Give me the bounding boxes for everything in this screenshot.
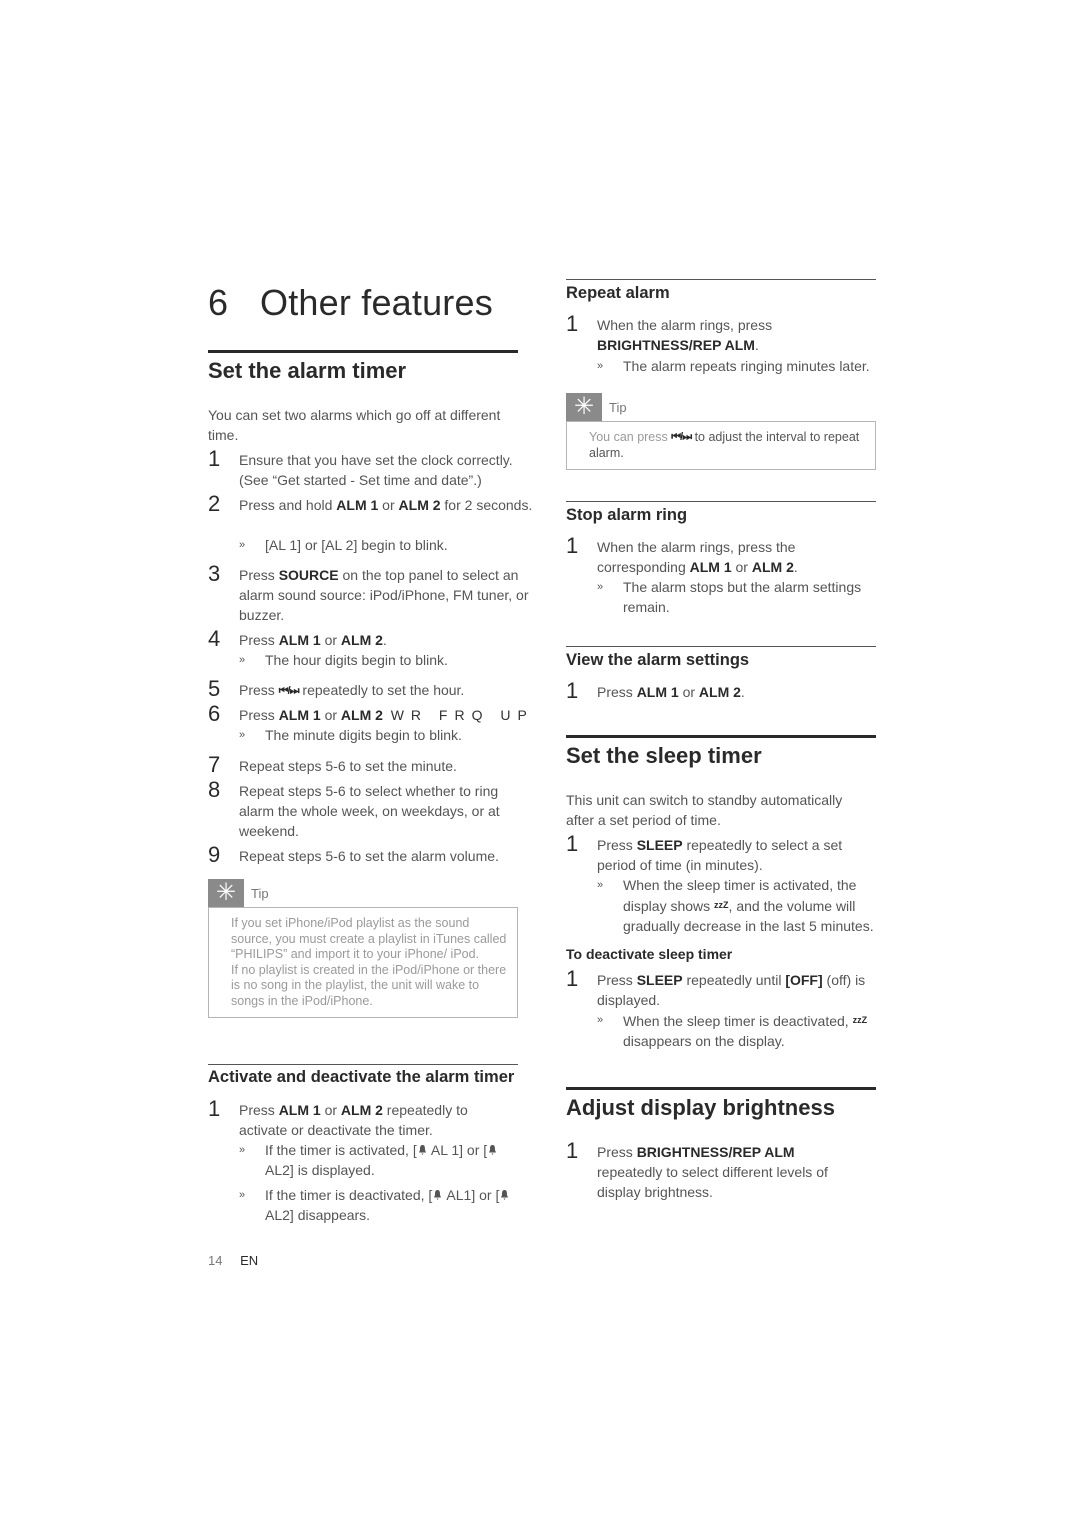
bullet-marker-icon: » <box>239 729 246 741</box>
repeat-alarm-heading: Repeat alarm <box>566 284 670 302</box>
bullet-marker-icon: » <box>597 581 604 593</box>
activate-result: » If the timer is activated, [ AL 1] or … <box>239 1140 519 1180</box>
prev-next-icon: ⏮/⏭ <box>671 431 692 443</box>
garbled-text: WR FRQ UP <box>390 707 534 723</box>
step-9: 9 Repeat steps 5-6 to set the alarm volu… <box>208 842 499 867</box>
activate-heading: Activate and deactivate the alarm timer <box>208 1068 515 1086</box>
sleep-zzz-icon: zzZ <box>714 900 729 910</box>
page-number: 14 <box>208 1253 223 1268</box>
alarm-bell-icon <box>501 1190 509 1200</box>
section-divider <box>208 1064 518 1065</box>
sleep-result: » When the sleep timer is activated, the… <box>597 877 874 934</box>
deactivate-sleep-heading: To deactivate sleep timer <box>566 946 733 962</box>
section-divider <box>566 646 876 647</box>
view-step-1: 1 Press ALM 1 or ALM 2. <box>566 678 745 703</box>
step-3: 3 Press SOURCE on the top panel to selec… <box>208 561 529 624</box>
step-1: 1 Ensure that you have set the clock cor… <box>208 446 513 489</box>
alarm-bell-icon <box>434 1190 442 1200</box>
step-6-result: » The minute digits begin to blink. <box>239 727 462 743</box>
tip-box-playlist: ✳ Tip If you set iPhone/iPod playlist as… <box>208 879 518 1018</box>
brightness-step-1: 1 Press BRIGHTNESS/REP ALM repeatedly to… <box>566 1138 828 1201</box>
bullet-marker-icon: » <box>239 1144 246 1156</box>
step-2-result: » [AL 1] or [AL 2] begin to blink. <box>239 537 448 553</box>
step-4: 4 Press ALM 1 or ALM 2. <box>208 626 387 651</box>
activate-step-1: 1 Press ALM 1 or ALM 2 repeatedly to act… <box>208 1096 468 1139</box>
tip-asterisk-icon: ✳ <box>566 393 602 421</box>
stop-alarm-heading: Stop alarm ring <box>566 506 688 524</box>
bullet-marker-icon: » <box>597 879 604 891</box>
step-7: 7 Repeat steps 5-6 to set the minute. <box>208 752 457 777</box>
stop-result: » The alarm stops but the alarm settings… <box>597 579 862 615</box>
tip-asterisk-icon: ✳ <box>208 879 244 907</box>
bullet-marker-icon: » <box>239 654 246 666</box>
bullet-marker-icon: » <box>239 1189 246 1201</box>
section-divider <box>208 350 518 353</box>
repeat-step-1: 1 When the alarm rings, press BRIGHTNESS… <box>566 311 773 354</box>
step-5: 5 Press ⏮/⏭ repeatedly to set the hour. <box>208 676 465 701</box>
section-divider <box>566 501 876 502</box>
alarm-bell-icon <box>489 1145 497 1155</box>
bullet-marker-icon: » <box>597 360 604 372</box>
deactivate-sleep-step-1: 1 Press SLEEP repeatedly until [OFF] (of… <box>566 966 866 1009</box>
deactivate-sleep-result: » When the sleep timer is deactivated, z… <box>597 1010 877 1051</box>
alarm-bell-icon <box>418 1145 426 1155</box>
section-divider <box>566 279 876 280</box>
sleep-zzz-icon: zzZ <box>852 1015 868 1025</box>
sleep-timer-heading: Set the sleep timer <box>566 743 762 768</box>
tip-box-interval: ✳ Tip You can press ⏮/⏭ to adjust the in… <box>566 393 876 470</box>
step-2: 2 Press and hold ALM 1 or ALM 2 for 2 se… <box>208 491 533 516</box>
stop-step-1: 1 When the alarm rings, press the corres… <box>566 533 798 576</box>
step-8: 8 Repeat steps 5-6 to select whether to … <box>208 777 500 840</box>
brightness-heading: Adjust display brightness <box>566 1095 835 1120</box>
view-alarm-heading: View the alarm settings <box>566 651 750 669</box>
sleep-intro: This unit can switch to standby automati… <box>566 792 843 828</box>
repeat-result: » The alarm repeats ringing minutes late… <box>597 358 870 374</box>
sleep-step-1: 1 Press SLEEP repeatedly to select a set… <box>566 831 843 874</box>
page-footer: 14 EN <box>208 1253 258 1268</box>
prev-next-icon: ⏮/⏭ <box>278 685 300 697</box>
step-4-result: » The hour digits begin to blink. <box>239 652 448 668</box>
section-divider <box>566 1087 876 1090</box>
language-code: EN <box>240 1253 259 1268</box>
bullet-marker-icon: » <box>239 539 246 551</box>
deactivate-result: » If the timer is deactivated, [ AL1] or… <box>239 1185 519 1225</box>
step-6: 6 Press ALM 1 or ALM 2 WR FRQ UP <box>208 701 534 726</box>
bullet-marker-icon: » <box>597 1014 604 1026</box>
chapter-title: 6 Other features <box>208 282 493 323</box>
section-divider <box>566 735 876 738</box>
tip-label: Tip <box>251 886 269 901</box>
set-alarm-intro: You can set two alarms which go off at d… <box>208 407 501 443</box>
tip-label: Tip <box>609 400 627 415</box>
set-alarm-heading: Set the alarm timer <box>208 358 407 383</box>
